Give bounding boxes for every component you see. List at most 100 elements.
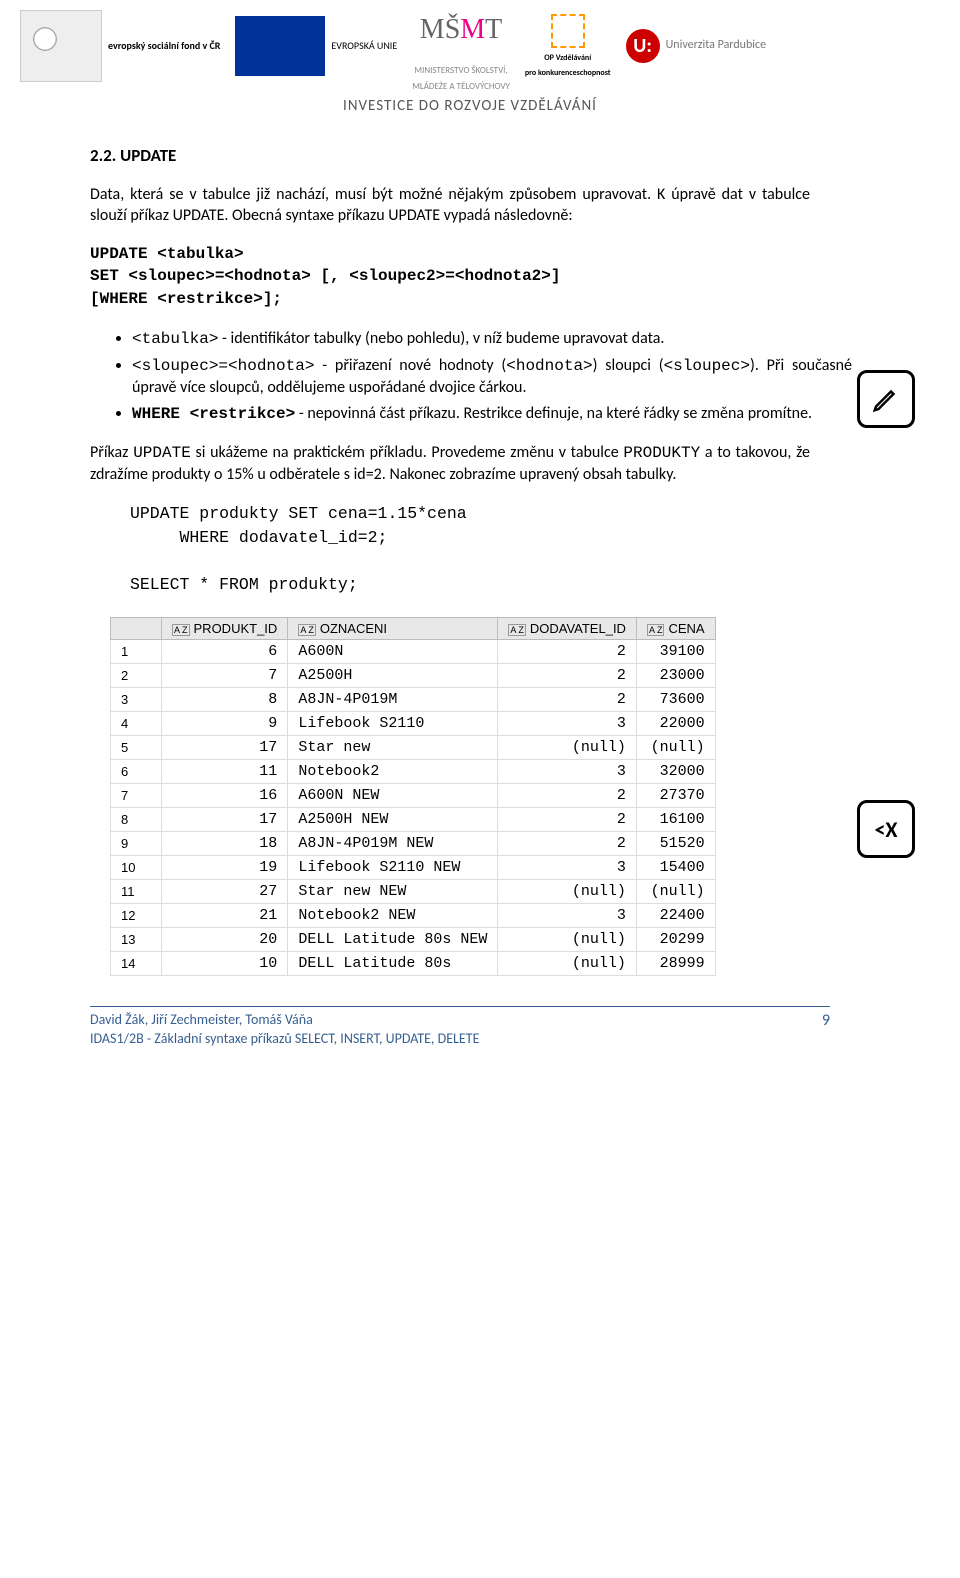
page-number: 9 [822,1011,830,1047]
esf-text: evropský sociální fond v ČR [108,39,220,52]
op-t2: pro konkurenceschopnost [525,69,611,78]
cell-rownum: 9 [111,832,162,856]
bullet-list: <tabulka> - identifikátor tabulky (nebo … [90,328,852,425]
b2-h: <hodnota> [506,357,592,375]
cell-did: (null) [498,952,637,976]
pencil-icon [857,370,915,428]
cell-pid: 17 [162,808,288,832]
univerzita-text: Univerzita Pardubice [666,39,766,52]
cell-oznaceni: A8JN-4P019M [288,688,498,712]
cell-rownum: 11 [111,880,162,904]
cell-did: 2 [498,832,637,856]
p2b: si ukážeme na praktickém příkladu. Prove… [191,443,624,462]
table-row: 611Notebook2332000 [111,760,716,784]
cell-did: 3 [498,904,637,928]
cell-rownum: 5 [111,736,162,760]
cell-oznaceni: DELL Latitude 80s NEW [288,928,498,952]
cell-cena: 51520 [636,832,715,856]
b2-pre: <sloupec>=<hodnota> [132,357,314,375]
p2a: Příkaz [90,443,133,462]
cell-did: (null) [498,880,637,904]
intro-paragraph: Data, která se v tabulce již nachází, mu… [90,184,810,227]
cell-cena: 73600 [636,688,715,712]
cell-rownum: 14 [111,952,162,976]
cell-oznaceni: A600N NEW [288,784,498,808]
code-example-icon: <X [857,800,915,858]
cell-did: 3 [498,856,637,880]
esf-logo-block: evropský sociální fond v ČR [20,10,220,82]
cell-did: 3 [498,760,637,784]
cell-pid: 10 [162,952,288,976]
cell-rownum: 7 [111,784,162,808]
tagline: INVESTICE DO ROZVOJE VZDĚLÁVÁNÍ [20,97,920,115]
cell-pid: 6 [162,640,288,664]
op-t1: OP Vzdělávání [544,54,591,63]
b1-txt: - identifikátor tabulky (nebo pohledu), … [218,329,664,348]
cell-cena: (null) [636,880,715,904]
table-row: 517Star new(null)(null) [111,736,716,760]
cell-rownum: 13 [111,928,162,952]
cell-oznaceni: Notebook2 NEW [288,904,498,928]
cell-pid: 20 [162,928,288,952]
cell-oznaceni: Notebook2 [288,760,498,784]
cell-oznaceni: Lifebook S2110 NEW [288,856,498,880]
cell-pid: 8 [162,688,288,712]
cell-cena: 20299 [636,928,715,952]
eu-text: EVROPSKÁ UNIE [331,40,397,51]
bullet-1: <tabulka> - identifikátor tabulky (nebo … [132,328,852,351]
cell-did: 2 [498,640,637,664]
cell-did: 2 [498,808,637,832]
cell-cena: 22000 [636,712,715,736]
b3-txt: - nepovinná část příkazu. Restrikce defi… [295,404,812,423]
cell-pid: 17 [162,736,288,760]
msmt-logo-block: MŠMT MINISTERSTVO ŠKOLSTVÍ, MLÁDEŽE A TĚ… [412,0,510,92]
cell-did: 2 [498,688,637,712]
cell-rownum: 8 [111,808,162,832]
th-rownum [111,618,162,640]
bullet-2: <sloupec>=<hodnota> - přiřazení nové hod… [132,355,852,399]
cell-did: 2 [498,784,637,808]
cell-rownum: 4 [111,712,162,736]
table-row: 49Lifebook S2110322000 [111,712,716,736]
table-row: 1410DELL Latitude 80s(null)28999 [111,952,716,976]
table-header-row: A ZPRODUKT_ID A ZOZNACENI A ZDODAVATEL_I… [111,618,716,640]
cell-cena: 15400 [636,856,715,880]
table-row: 1127Star new NEW(null)(null) [111,880,716,904]
eu-flag-icon [235,16,325,76]
footer-authors: David Žák, Jiří Zechmeister, Tomáš Váňa [90,1011,479,1029]
cell-cena: 32000 [636,760,715,784]
op-box-icon [551,14,585,48]
op-logo-block: OP Vzdělávání pro konkurenceschopnost [525,14,611,78]
table-row: 27A2500H223000 [111,664,716,688]
b2-s: <sloupec> [664,357,750,375]
cell-cena: 23000 [636,664,715,688]
cell-did: (null) [498,736,637,760]
b3-pre: WHERE <restrikce> [132,405,295,423]
table-row: 918A8JN-4P019M NEW251520 [111,832,716,856]
th-produkt-id: A ZPRODUKT_ID [162,618,288,640]
cell-oznaceni: A600N [288,640,498,664]
univerzita-block: U: Univerzita Pardubice [626,29,766,63]
b2-m2: ) sloupci ( [593,356,664,375]
header-logos: evropský sociální fond v ČR EVROPSKÁ UNI… [20,0,920,92]
univerzita-logo-icon: U: [626,29,660,63]
th-cena: A ZCENA [636,618,715,640]
table-row: 1320DELL Latitude 80s NEW(null)20299 [111,928,716,952]
cell-cena: 22400 [636,904,715,928]
footer: David Žák, Jiří Zechmeister, Tomáš Váňa … [90,1006,830,1047]
cell-pid: 27 [162,880,288,904]
cell-oznaceni: A2500H NEW [288,808,498,832]
cell-pid: 18 [162,832,288,856]
cell-rownum: 1 [111,640,162,664]
b2-m: - přiřazení nové hodnoty ( [314,356,506,375]
cell-pid: 19 [162,856,288,880]
cell-cena: 39100 [636,640,715,664]
cell-oznaceni: A8JN-4P019M NEW [288,832,498,856]
cell-rownum: 10 [111,856,162,880]
table-row: 1019Lifebook S2110 NEW315400 [111,856,716,880]
cell-pid: 11 [162,760,288,784]
section-title: 2.2. UPDATE [90,145,920,166]
cell-pid: 16 [162,784,288,808]
syntax-block: UPDATE <tabulka> SET <sloupec>=<hodnota>… [90,243,810,310]
cx-text: <X [874,816,897,843]
